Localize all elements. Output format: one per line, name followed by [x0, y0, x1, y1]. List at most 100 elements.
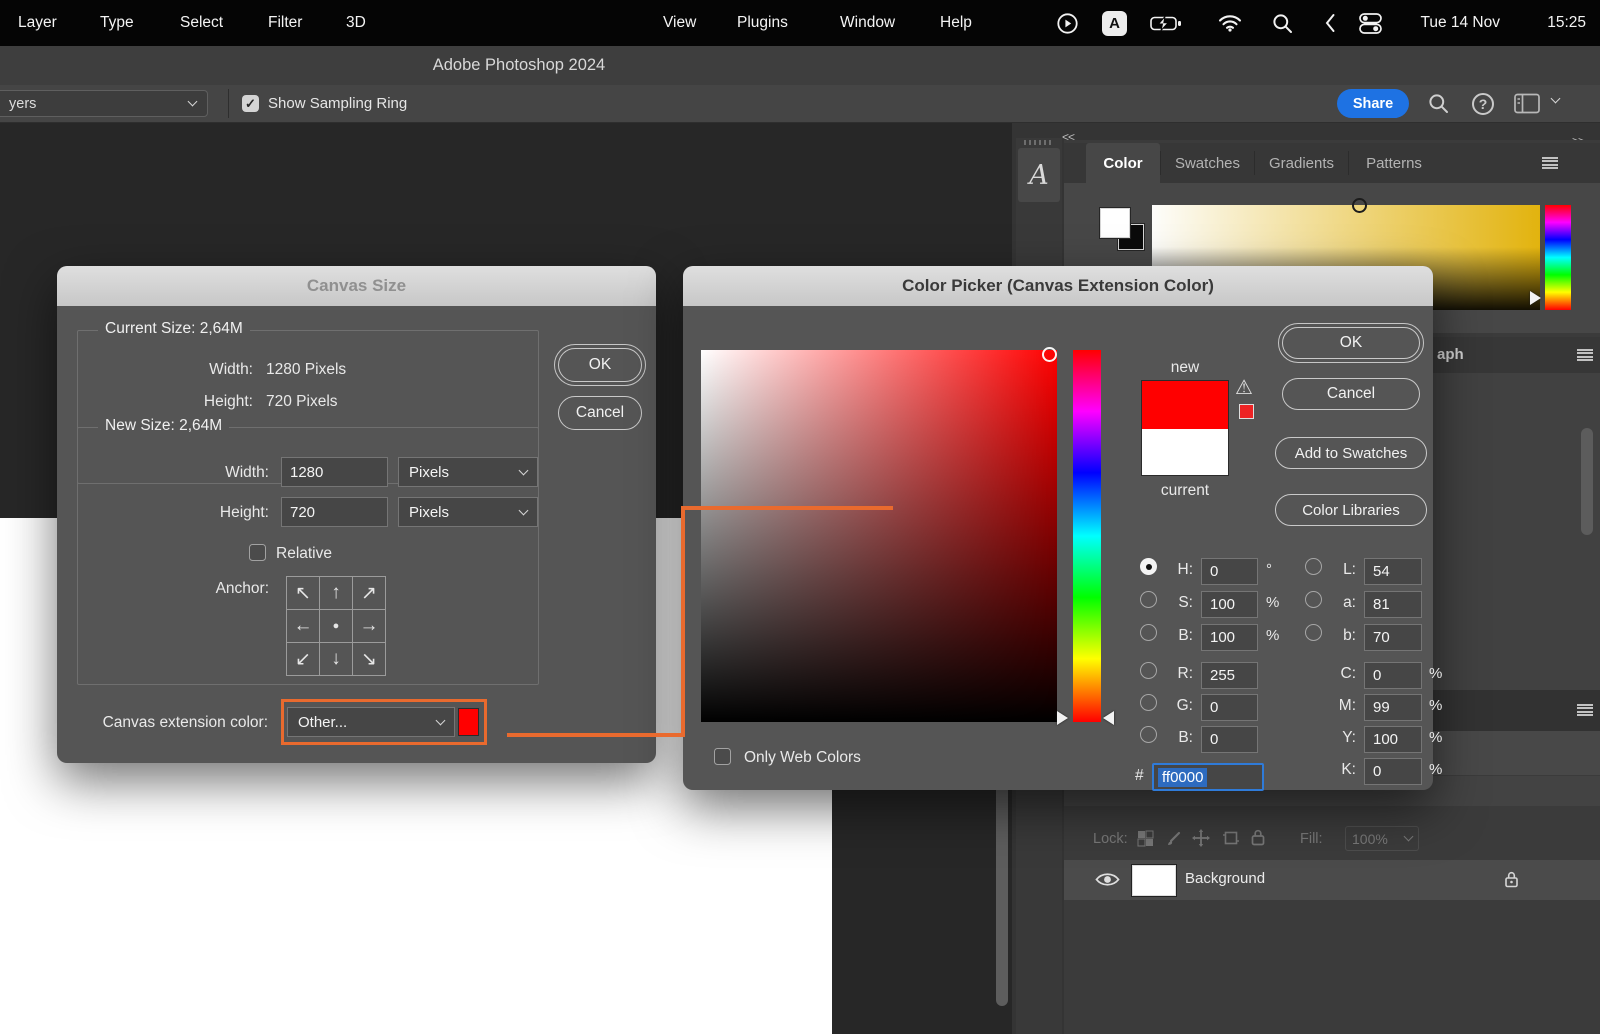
anchor-bottom-right[interactable]: ↘	[353, 643, 386, 676]
menu-plugins[interactable]: Plugins	[737, 0, 788, 46]
a-input[interactable]: 81	[1364, 591, 1422, 618]
layer-lock-icon[interactable]	[1504, 870, 1519, 888]
hue-ramp[interactable]	[1545, 205, 1571, 310]
c-input[interactable]: 0	[1364, 662, 1422, 689]
b-radio[interactable]	[1140, 624, 1157, 641]
saturation-brightness-field[interactable]	[701, 350, 1057, 722]
fill-dropdown[interactable]: 100%	[1345, 826, 1419, 851]
sample-layers-dropdown[interactable]: yers	[0, 90, 208, 117]
color-picker-cancel-button[interactable]: Cancel	[1282, 378, 1420, 410]
lock-position-icon[interactable]	[1192, 829, 1210, 847]
color-picker-dialog-title[interactable]: Color Picker (Canvas Extension Color)	[683, 266, 1433, 306]
menu-3d[interactable]: 3D	[346, 0, 366, 46]
only-web-colors-checkbox[interactable]	[714, 748, 731, 765]
menu-filter[interactable]: Filter	[268, 0, 302, 46]
color-picker-ok-button[interactable]: OK	[1282, 327, 1420, 359]
menu-view[interactable]: View	[663, 0, 696, 46]
panel-scrollbar[interactable]	[1581, 428, 1593, 535]
add-to-swatches-button[interactable]: Add to Swatches	[1275, 437, 1427, 469]
anchor-bottom-left[interactable]: ↙	[287, 643, 320, 676]
character-panel-icon[interactable]: A	[1018, 148, 1060, 202]
lock-artboard-icon[interactable]	[1222, 829, 1240, 847]
help-icon[interactable]: ?	[1472, 93, 1494, 115]
b2-radio[interactable]	[1140, 726, 1157, 743]
anchor-top-left[interactable]: ↖	[287, 577, 320, 610]
a-radio[interactable]	[1305, 591, 1322, 608]
b-input[interactable]: 100	[1201, 624, 1258, 651]
lock-pixels-icon[interactable]	[1165, 829, 1183, 847]
tab-gradients[interactable]: Gradients	[1255, 143, 1348, 183]
menu-select[interactable]: Select	[180, 0, 223, 46]
anchor-bottom[interactable]: ↓	[320, 643, 353, 676]
anchor-right[interactable]: →	[353, 610, 386, 643]
anchor-left[interactable]: ←	[287, 610, 320, 643]
tab-swatches[interactable]: Swatches	[1161, 143, 1254, 183]
keyboard-layout-icon[interactable]: A	[1102, 0, 1127, 46]
layer-visibility-eye-icon[interactable]	[1095, 871, 1120, 888]
layer-thumbnail[interactable]	[1132, 865, 1176, 896]
foreground-color-swatch[interactable]	[1100, 208, 1130, 238]
relative-checkbox[interactable]	[249, 544, 266, 561]
h-input[interactable]: 0	[1201, 558, 1258, 585]
hue-slider[interactable]	[1073, 350, 1101, 722]
hue-slider-left-arrow[interactable]	[1057, 711, 1068, 725]
height-unit-dropdown[interactable]: Pixels	[398, 497, 538, 527]
workspace-chevron-icon[interactable]	[1551, 94, 1561, 104]
b2-input[interactable]: 0	[1201, 726, 1258, 753]
gamut-warning-icon[interactable]: ⚠	[1235, 378, 1253, 398]
show-sampling-ring-checkbox[interactable]: ✓	[242, 95, 259, 112]
g-input[interactable]: 0	[1201, 694, 1258, 721]
lock-transparency-icon[interactable]	[1137, 830, 1154, 847]
canvas-size-cancel-button[interactable]: Cancel	[558, 396, 642, 430]
r-input[interactable]: 255	[1201, 662, 1258, 689]
paragraph-panel-menu-icon[interactable]	[1577, 349, 1593, 361]
control-center-icon[interactable]	[1358, 0, 1383, 46]
anchor-top[interactable]: ↑	[320, 577, 353, 610]
color-field-marker[interactable]	[1042, 347, 1057, 362]
search-icon[interactable]	[1428, 80, 1449, 126]
layers-panel-menu-icon[interactable]	[1577, 704, 1593, 716]
s-radio[interactable]	[1140, 591, 1157, 608]
g-radio[interactable]	[1140, 694, 1157, 711]
y-input[interactable]: 100	[1364, 726, 1422, 753]
anchor-center[interactable]: ●	[320, 610, 353, 643]
anchor-top-right[interactable]: ↗	[353, 577, 386, 610]
hue-slider-right-arrow[interactable]	[1103, 711, 1114, 725]
new-height-input[interactable]: 720	[281, 497, 388, 527]
workspace-icon[interactable]	[1514, 80, 1540, 126]
l-radio[interactable]	[1305, 558, 1322, 575]
b-lab-input[interactable]: 70	[1364, 624, 1422, 651]
background-layer-row[interactable]: Background	[1064, 860, 1600, 900]
h-radio[interactable]	[1140, 558, 1157, 575]
color-panel-menu-icon[interactable]	[1542, 157, 1558, 169]
hue-ramp-slider[interactable]	[1530, 291, 1541, 305]
lock-all-icon[interactable]	[1250, 828, 1266, 846]
current-color-swatch[interactable]	[1142, 429, 1228, 475]
new-width-input[interactable]: 1280	[281, 457, 388, 487]
spotlight-search-icon[interactable]	[1272, 0, 1293, 46]
layer-name[interactable]: Background	[1185, 870, 1265, 887]
hex-input[interactable]: ff0000	[1152, 763, 1264, 791]
menu-window[interactable]: Window	[840, 0, 895, 46]
menu-layer[interactable]: Layer	[18, 0, 57, 46]
gamut-color-swatch[interactable]	[1239, 404, 1254, 419]
wifi-icon[interactable]	[1218, 0, 1242, 46]
r-radio[interactable]	[1140, 662, 1157, 679]
tab-paragraph-partial[interactable]: aph	[1437, 346, 1464, 363]
share-button[interactable]: Share	[1337, 89, 1409, 118]
menu-help[interactable]: Help	[940, 0, 972, 46]
l-input[interactable]: 54	[1364, 558, 1422, 585]
width-unit-dropdown[interactable]: Pixels	[398, 457, 538, 487]
b-lab-radio[interactable]	[1305, 624, 1322, 641]
battery-charging-icon[interactable]	[1150, 0, 1182, 46]
tab-color[interactable]: Color	[1086, 143, 1160, 183]
s-input[interactable]: 100	[1201, 591, 1258, 618]
chevron-left-icon[interactable]	[1324, 0, 1336, 46]
tab-patterns[interactable]: Patterns	[1349, 143, 1439, 183]
canvas-size-dialog-title[interactable]: Canvas Size	[57, 266, 656, 306]
canvas-size-ok-button[interactable]: OK	[558, 348, 642, 382]
color-field-marker[interactable]	[1352, 198, 1367, 213]
color-libraries-button[interactable]: Color Libraries	[1275, 494, 1427, 526]
k-input[interactable]: 0	[1364, 758, 1422, 785]
anchor-grid[interactable]: ↖ ↑ ↗ ← ● → ↙ ↓ ↘	[286, 576, 386, 676]
